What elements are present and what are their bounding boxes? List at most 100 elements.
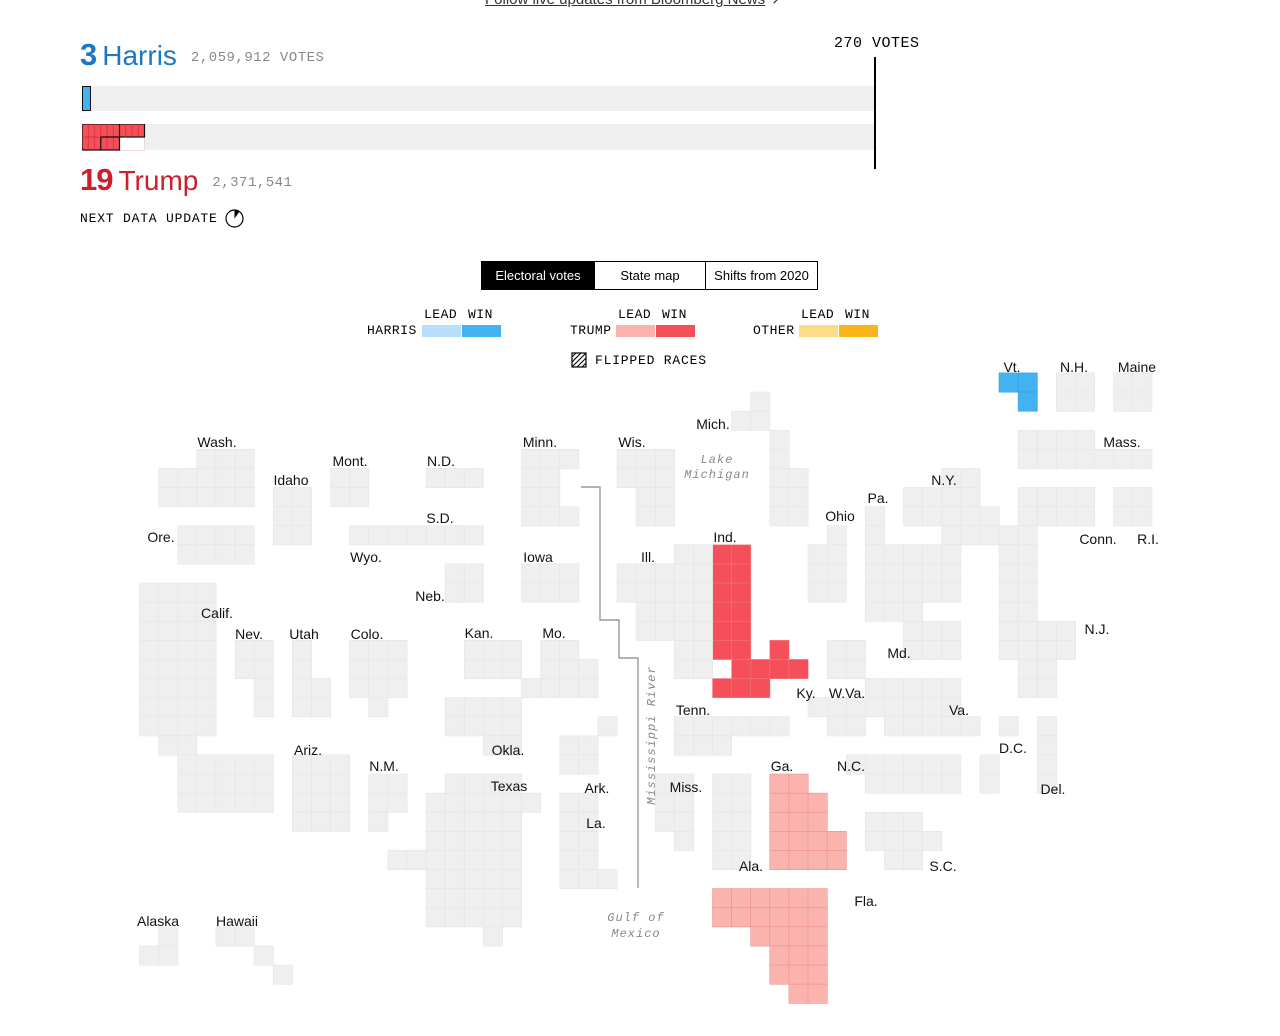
state-tile[interactable]	[731, 792, 752, 813]
state-tile[interactable]	[1036, 487, 1057, 508]
state-tile[interactable]	[750, 926, 771, 947]
state-tile[interactable]	[463, 792, 484, 813]
state-tile[interactable]	[444, 850, 465, 870]
state-tile[interactable]	[540, 659, 561, 679]
state-tile[interactable]	[368, 792, 389, 813]
state-tile[interactable]	[521, 506, 542, 527]
state-tile[interactable]	[998, 716, 1019, 737]
state-mich[interactable]	[731, 391, 809, 527]
state-tile[interactable]	[158, 487, 179, 508]
state-tile[interactable]	[444, 582, 465, 603]
state-tile[interactable]	[903, 506, 924, 527]
state-tile[interactable]	[177, 773, 198, 794]
state-tile[interactable]	[292, 811, 312, 832]
state-tile[interactable]	[387, 525, 408, 546]
state-tile[interactable]	[769, 773, 790, 794]
state-tile[interactable]	[196, 449, 217, 469]
state-tile[interactable]	[559, 582, 580, 603]
state-ark[interactable]	[559, 716, 618, 775]
state-tile[interactable]	[865, 544, 885, 565]
state-tile[interactable]	[693, 563, 713, 584]
state-tile[interactable]	[922, 506, 943, 527]
state-tile[interactable]	[979, 525, 1000, 546]
state-tile[interactable]	[922, 487, 943, 508]
state-tile[interactable]	[368, 525, 389, 546]
state-tile[interactable]	[139, 601, 160, 622]
state-tile[interactable]	[483, 926, 503, 947]
state-tile[interactable]	[712, 601, 733, 622]
state-tile[interactable]	[234, 449, 255, 469]
state-tile[interactable]	[1094, 449, 1115, 469]
state-tile[interactable]	[521, 449, 542, 469]
state-tile[interactable]	[272, 964, 293, 985]
state-del[interactable]	[979, 754, 1000, 794]
state-tile[interactable]	[502, 869, 522, 890]
state-tile[interactable]	[463, 716, 484, 737]
state-tile[interactable]	[463, 869, 484, 890]
state-tile[interactable]	[1132, 391, 1153, 412]
state-tile[interactable]	[559, 831, 580, 851]
state-tile[interactable]	[597, 716, 618, 737]
state-tile[interactable]	[941, 640, 962, 660]
state-tile[interactable]	[559, 506, 580, 527]
state-tile[interactable]	[425, 525, 446, 546]
state-tile[interactable]	[654, 620, 675, 641]
state-tile[interactable]	[139, 945, 160, 966]
state-tile[interactable]	[903, 601, 924, 622]
state-tile[interactable]	[1036, 640, 1057, 660]
state-tile[interactable]	[731, 620, 752, 641]
state-tile[interactable]	[960, 716, 981, 737]
state-tile[interactable]	[865, 678, 885, 699]
state-tile[interactable]	[215, 525, 236, 546]
state-tile[interactable]	[865, 754, 885, 775]
state-tile[interactable]	[769, 964, 790, 985]
state-tile[interactable]	[234, 525, 255, 546]
state-tile[interactable]	[234, 754, 255, 775]
state-tile[interactable]	[807, 907, 828, 928]
state-tile[interactable]	[196, 620, 217, 641]
state-tile[interactable]	[425, 831, 446, 851]
state-tile[interactable]	[463, 831, 484, 851]
state-tile[interactable]	[387, 773, 408, 794]
state-tile[interactable]	[788, 468, 809, 488]
state-tile[interactable]	[826, 850, 847, 870]
state-tile[interactable]	[425, 792, 446, 813]
state-tile[interactable]	[960, 487, 981, 508]
state-tile[interactable]	[234, 792, 255, 813]
state-tile[interactable]	[292, 659, 312, 679]
state-tile[interactable]	[826, 831, 847, 851]
state-tile[interactable]	[444, 525, 465, 546]
state-tile[interactable]	[807, 563, 828, 584]
state-tile[interactable]	[502, 716, 522, 737]
state-tile[interactable]	[158, 468, 179, 488]
state-tile[interactable]	[463, 811, 484, 832]
state-tile[interactable]	[540, 487, 561, 508]
state-tile[interactable]	[769, 716, 790, 737]
state-tile[interactable]	[158, 735, 179, 756]
state-tile[interactable]	[330, 754, 351, 775]
state-ohio[interactable]	[807, 525, 847, 603]
state-tile[interactable]	[158, 582, 179, 603]
state-tile[interactable]	[731, 410, 752, 431]
state-tile[interactable]	[1036, 449, 1057, 469]
state-tile[interactable]	[998, 372, 1019, 393]
state-tile[interactable]	[444, 869, 465, 890]
state-tile[interactable]	[712, 792, 733, 813]
state-tile[interactable]	[196, 640, 217, 660]
state-tile[interactable]	[922, 640, 943, 660]
state-tile[interactable]	[903, 582, 924, 603]
state-tile[interactable]	[158, 601, 179, 622]
state-tile[interactable]	[444, 563, 465, 584]
state-tile[interactable]	[712, 831, 733, 851]
state-tile[interactable]	[292, 640, 312, 660]
state-tile[interactable]	[502, 907, 522, 928]
state-tile[interactable]	[712, 716, 733, 737]
state-tile[interactable]	[177, 678, 198, 699]
state-tile[interactable]	[1017, 525, 1038, 546]
state-tile[interactable]	[253, 754, 274, 775]
state-tile[interactable]	[769, 945, 790, 966]
state-tile[interactable]	[865, 773, 885, 794]
state-tile[interactable]	[292, 697, 312, 718]
state-tile[interactable]	[731, 582, 752, 603]
state-tile[interactable]	[674, 773, 694, 794]
